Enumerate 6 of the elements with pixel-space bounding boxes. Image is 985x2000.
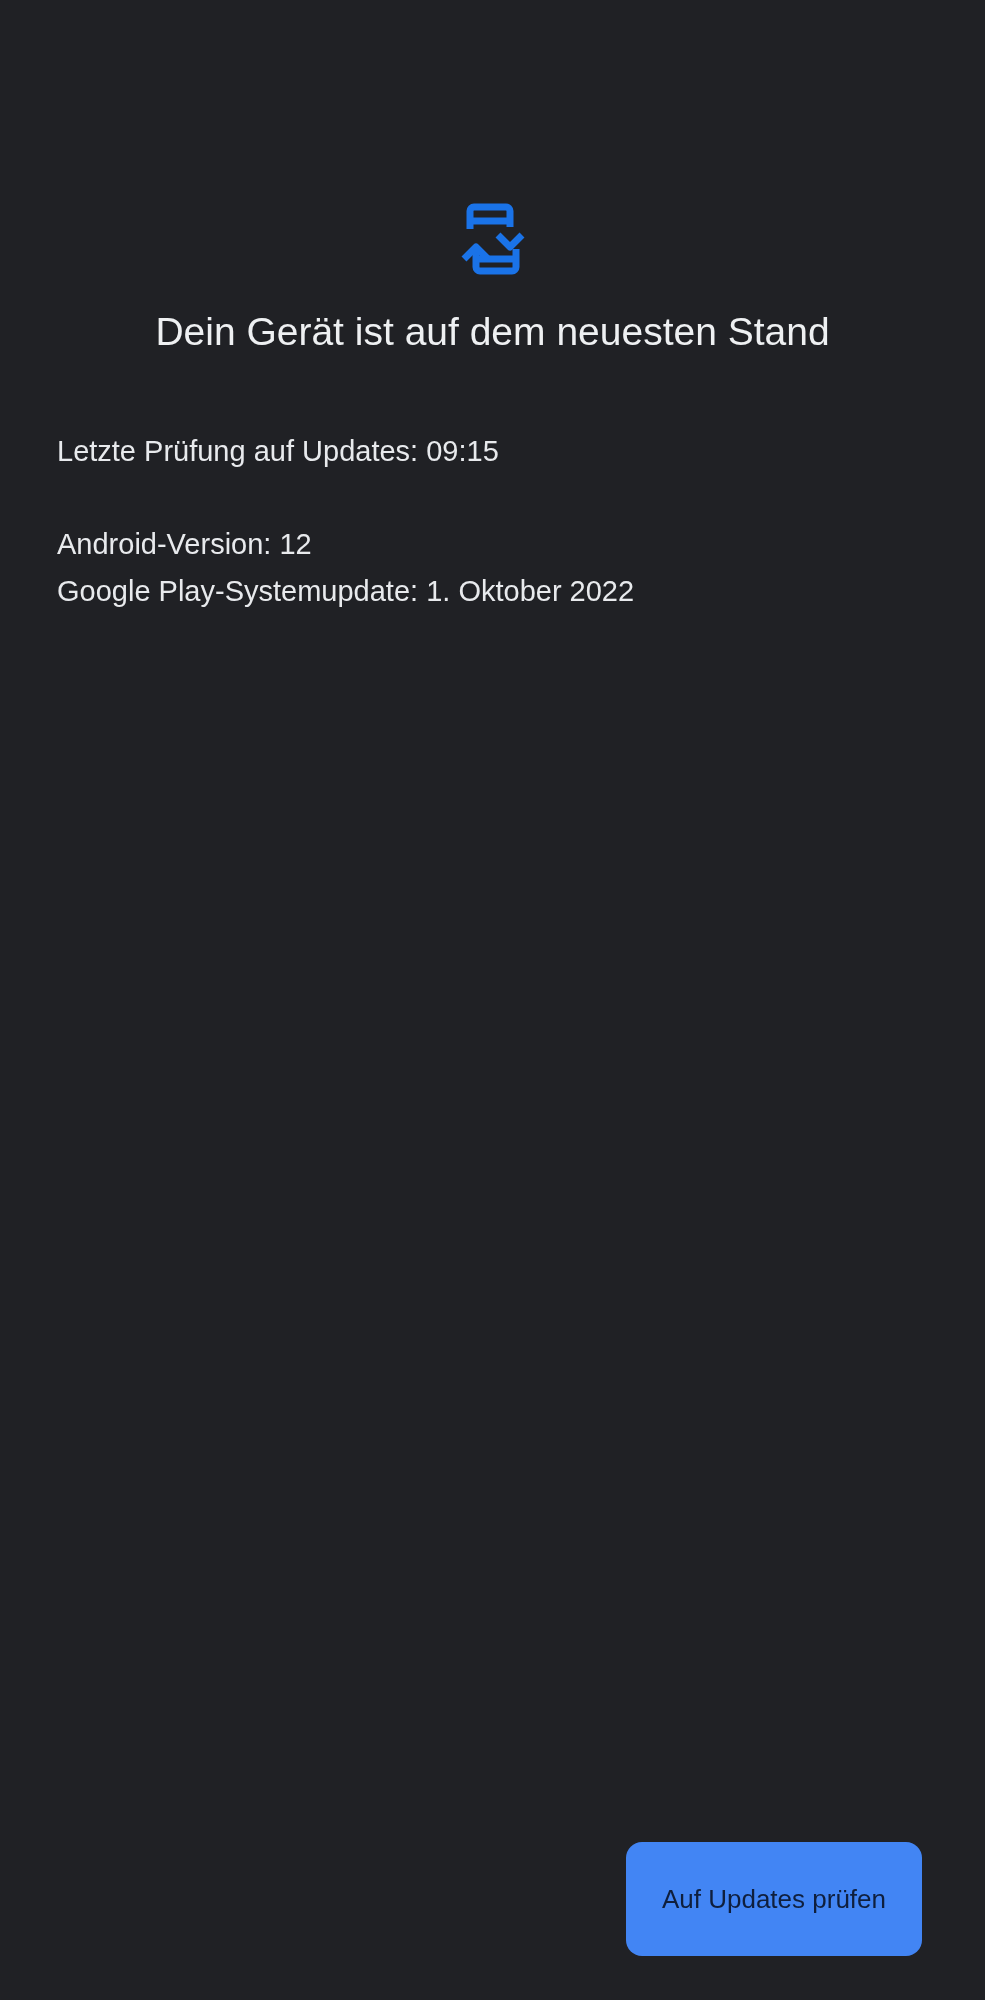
info-text: Google Play-Systemupdate: 1. Oktober 2022 [57, 573, 636, 609]
status-title: Dein Gerät ist auf dem neuesten Stand [154, 309, 831, 355]
system-update-icon [460, 203, 525, 275]
last-check-text: Letzte Prüfung auf Updates: 09:15 [57, 433, 500, 469]
info-text: Android-Version: 12 [57, 526, 313, 562]
check-updates-button[interactable]: Auf Updates prüfen [626, 1842, 922, 1956]
